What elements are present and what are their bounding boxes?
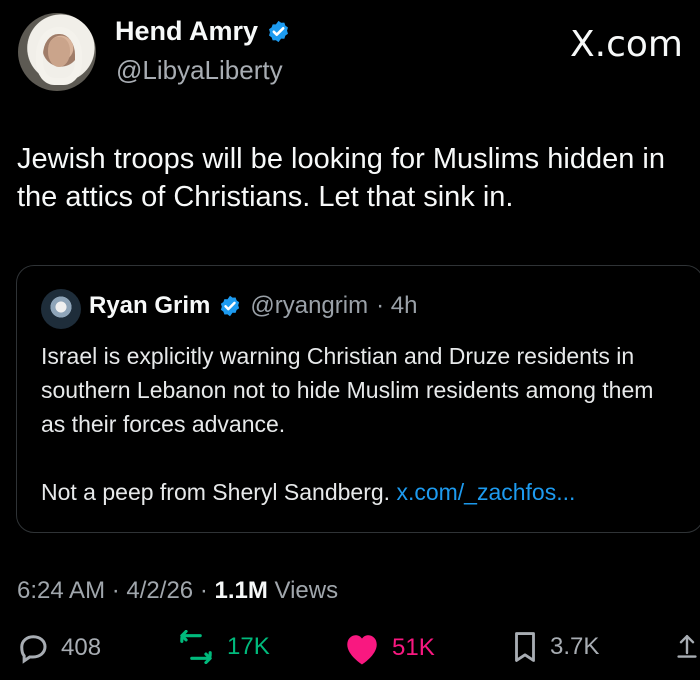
bookmark-button[interactable]: 3.7K [510, 630, 599, 664]
verified-badge-icon [218, 294, 242, 318]
share-icon [675, 630, 699, 664]
xcom-watermark: X.com [570, 24, 683, 65]
author-display-name[interactable]: Hend Amry [115, 16, 258, 47]
repost-icon [175, 630, 217, 664]
quote-author-handle[interactable]: @ryangrim [250, 292, 368, 320]
quote-text-extra: Not a peep from Sheryl Sandberg. [41, 479, 391, 505]
tweet-text: Jewish troops will be looking for Muslim… [17, 143, 665, 213]
views-count: 1.1M [214, 577, 268, 604]
share-button[interactable] [675, 630, 699, 664]
author-name[interactable]: Hend Amry [115, 16, 291, 47]
quote-text-main: Israel is explicitly warning Christian a… [41, 343, 654, 437]
reply-count: 408 [61, 634, 102, 661]
quote-link[interactable]: x.com/_zachfos... [396, 479, 575, 505]
repost-button[interactable]: 17K [175, 630, 270, 664]
avatar-face [48, 37, 70, 67]
like-icon [342, 630, 382, 666]
quote-author-avatar[interactable] [41, 289, 81, 329]
like-button[interactable]: 51K [342, 630, 435, 666]
reply-button[interactable]: 408 [15, 630, 101, 666]
like-count: 51K [392, 634, 435, 661]
tweet-meta: 6:24 AM · 4/2/26 · 1.1M Views [17, 577, 339, 604]
verified-badge-icon [266, 19, 291, 44]
quote-timestamp: · 4h [376, 292, 418, 319]
tweet-time[interactable]: 6:24 AM [17, 577, 105, 604]
reply-icon [15, 630, 51, 666]
views-label: Views [274, 577, 339, 604]
quote-text-extra-line: Not a peep from Sheryl Sandberg. x.com/_… [41, 475, 681, 509]
bookmark-count: 3.7K [550, 633, 600, 660]
quote-text: Israel is explicitly warning Christian a… [41, 339, 681, 509]
author-handle[interactable]: @LibyaLiberty [116, 55, 283, 86]
action-bar: 408 17K 51K 3.7K [15, 630, 700, 680]
tweet-date[interactable]: 4/2/26 [126, 577, 193, 604]
quote-author-name[interactable]: Ryan Grim [89, 292, 210, 320]
bookmark-icon [510, 630, 540, 664]
quote-header: Ryan Grim @ryangrim · 4h [89, 292, 417, 320]
repost-count: 17K [227, 633, 270, 660]
author-avatar[interactable] [18, 13, 96, 91]
